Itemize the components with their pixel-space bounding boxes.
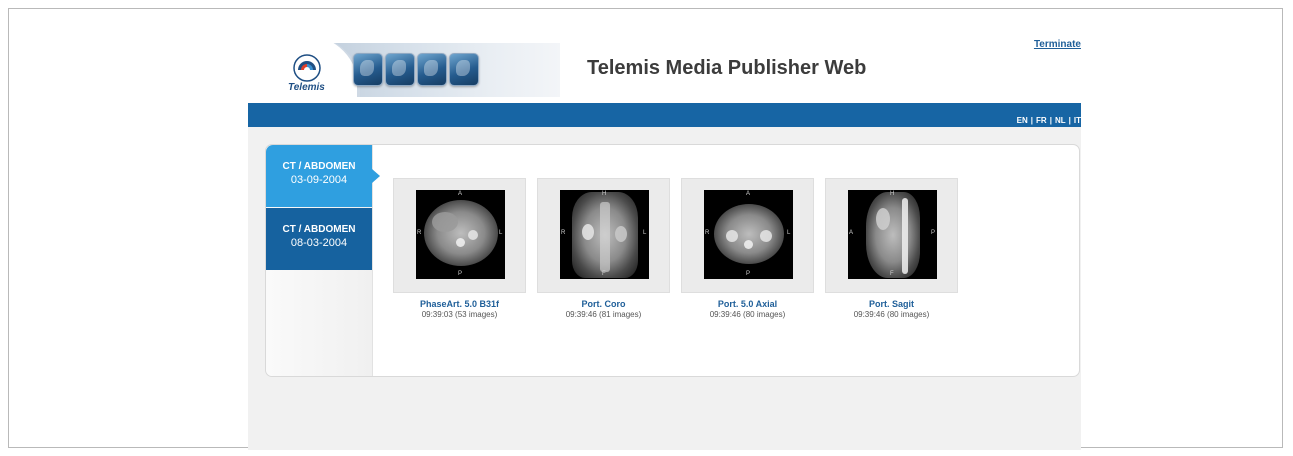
ct-coronal-thumbnail: H F R L: [560, 190, 649, 279]
series-name[interactable]: PhaseArt. 5.0 B31f: [393, 299, 526, 309]
orient-left: R: [561, 230, 566, 236]
xray-hand-icon: [353, 53, 383, 86]
monitor-icon: [417, 53, 447, 86]
orient-bottom: F: [890, 271, 894, 277]
study-date: 08-03-2004: [290, 237, 348, 249]
orient-top: H: [890, 191, 895, 197]
logo-banner: Telemis: [281, 43, 560, 97]
orient-top: H: [602, 191, 607, 197]
series-thumbnail-frame: A P R L: [681, 178, 814, 293]
header: Telemis Telemis Media Publisher Web Term…: [248, 37, 1081, 103]
screen-icon: [449, 53, 479, 86]
series-meta: 09:39:03 (53 images): [421, 310, 498, 319]
orient-bottom: P: [746, 271, 751, 277]
series-name[interactable]: Port. Coro: [537, 299, 670, 309]
ct-axial-thumbnail: A P R L: [416, 190, 505, 279]
language-switcher: EN | FR | NL | IT: [1017, 116, 1081, 125]
lang-nl[interactable]: NL: [1055, 116, 1066, 125]
orient-right: L: [787, 230, 791, 236]
orient-bottom: F: [602, 271, 606, 277]
content-area: CT / ABDOMEN 03-09-2004 CT / ABDOMEN 08-…: [248, 127, 1081, 450]
ct-axial-thumbnail: A P R L: [704, 190, 793, 279]
lang-separator: |: [1030, 116, 1034, 125]
lang-separator: |: [1068, 116, 1071, 125]
browser-frame: Telemis Telemis Media Publisher Web Term…: [8, 8, 1283, 450]
series-item[interactable]: A P R L Port. 5.0 Axial 09:39:46 (80 ima…: [681, 178, 814, 319]
series-meta: 09:39:46 (80 images): [709, 310, 786, 319]
orient-bottom: P: [458, 271, 463, 277]
study-list: CT / ABDOMEN 03-09-2004 CT / ABDOMEN 08-…: [266, 145, 380, 376]
series-name[interactable]: Port. Sagit: [825, 299, 958, 309]
study-title: CT / ABDOMEN: [282, 161, 356, 172]
lang-it[interactable]: IT: [1074, 116, 1081, 125]
scanner-icon: [385, 53, 415, 86]
orient-left: R: [417, 230, 422, 236]
terminate-link[interactable]: Terminate: [1034, 39, 1081, 50]
study-item-active[interactable]: CT / ABDOMEN 03-09-2004: [266, 145, 380, 207]
telemis-logo-icon: [293, 54, 321, 82]
study-date: 03-09-2004: [290, 174, 348, 186]
orient-top: A: [746, 191, 751, 197]
series-item[interactable]: H F R L Port. Coro 09:39:46 (81 images): [537, 178, 670, 319]
series-thumbnail-frame: H F R L: [537, 178, 670, 293]
lang-en[interactable]: EN: [1017, 116, 1028, 125]
page: Telemis Telemis Media Publisher Web Term…: [248, 37, 1081, 450]
orient-right: L: [643, 230, 647, 236]
lang-fr[interactable]: FR: [1036, 116, 1047, 125]
series-meta: 09:39:46 (80 images): [853, 310, 930, 319]
series-thumbnail-frame: A P R L: [393, 178, 526, 293]
series-item[interactable]: A P R L PhaseArt. 5.0 B31f 09:39:03 (53 …: [393, 178, 526, 319]
logo-text: Telemis: [288, 82, 325, 93]
lang-separator: |: [1049, 116, 1052, 125]
study-panel: CT / ABDOMEN 03-09-2004 CT / ABDOMEN 08-…: [265, 144, 1080, 377]
study-title: CT / ABDOMEN: [282, 224, 356, 235]
series-meta: 09:39:46 (81 images): [565, 310, 642, 319]
nav-bar: EN | FR | NL | IT: [248, 103, 1081, 127]
study-item[interactable]: CT / ABDOMEN 08-03-2004: [266, 208, 372, 270]
ct-sagittal-thumbnail: H F A P: [848, 190, 937, 279]
orient-left: R: [705, 230, 710, 236]
series-item[interactable]: H F A P Port. Sagit 09:39:46 (80 images): [825, 178, 958, 319]
series-thumbnail-frame: H F A P: [825, 178, 958, 293]
series-name[interactable]: Port. 5.0 Axial: [681, 299, 814, 309]
app-title: Telemis Media Publisher Web: [587, 57, 867, 79]
orient-left: A: [849, 230, 854, 236]
orient-top: A: [458, 191, 463, 197]
orient-right: P: [931, 230, 936, 236]
orient-right: L: [499, 230, 503, 236]
